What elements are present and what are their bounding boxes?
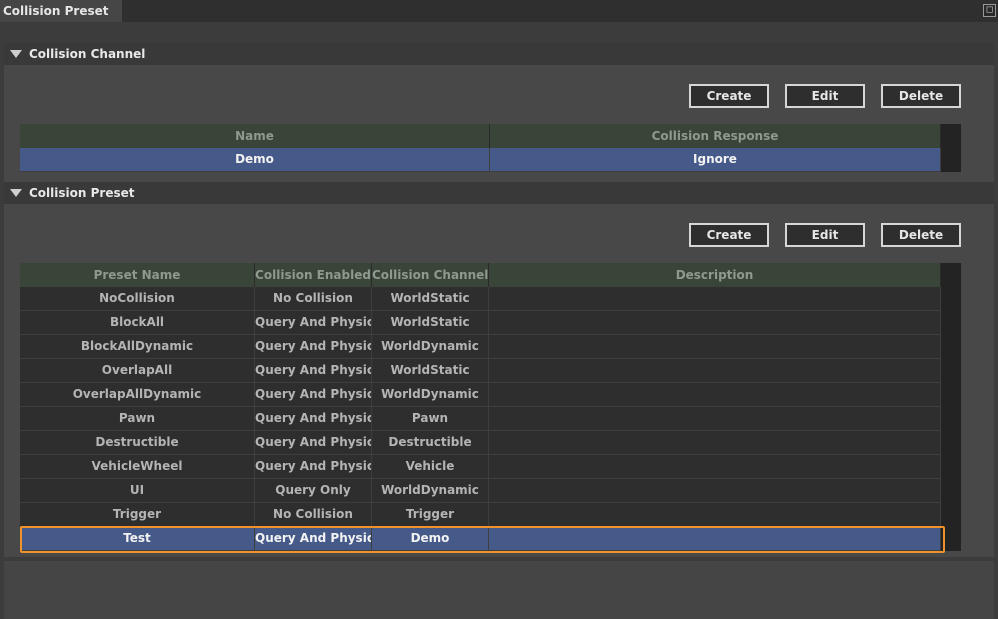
preset-name-cell: BlockAll — [20, 311, 255, 334]
footer-panel — [4, 561, 994, 619]
collision-channel-cell: Destructible — [372, 431, 489, 454]
column-header-collision-enabled[interactable]: Collision Enabled — [255, 263, 372, 287]
description-cell — [489, 311, 941, 334]
collision-channel-cell: WorldDynamic — [372, 479, 489, 502]
preset-name-cell: BlockAllDynamic — [20, 335, 255, 358]
collision-channel-cell: Demo — [372, 527, 489, 550]
pin-icon[interactable]: ◻ — [983, 4, 996, 17]
column-header-collision-response[interactable]: Collision Response — [490, 124, 941, 148]
column-header-description[interactable]: Description — [489, 263, 941, 287]
collision-channel-cell: Trigger — [372, 503, 489, 526]
description-cell — [489, 455, 941, 478]
collision-enabled-cell: No Collision — [255, 503, 372, 526]
preset-name-cell: OverlapAllDynamic — [20, 383, 255, 406]
table-row[interactable]: BlockAll Query And Physics WorldStatic — [20, 311, 941, 335]
collision-channel-cell: WorldDynamic — [372, 383, 489, 406]
description-cell — [489, 383, 941, 406]
preset-edit-button[interactable]: Edit — [785, 223, 865, 247]
channel-scrollbar[interactable] — [941, 124, 961, 172]
table-row[interactable]: BlockAllDynamic Query And Physics WorldDyn… — [20, 335, 941, 359]
collision-channel-cell: Vehicle — [372, 455, 489, 478]
spacer — [4, 22, 994, 43]
collision-enabled-cell: Query And Physics — [255, 527, 372, 550]
channel-response-cell: Ignore — [490, 148, 941, 171]
table-row[interactable]: OverlapAll Query And Physics WorldStatic — [20, 359, 941, 383]
preset-name-cell: OverlapAll — [20, 359, 255, 382]
tab-collision-preset[interactable]: Collision Preset — [0, 0, 122, 22]
column-header-preset-name[interactable]: Preset Name — [20, 263, 255, 287]
description-cell — [489, 359, 941, 382]
table-row[interactable]: OverlapAllDynamic Query And Physics WorldD… — [20, 383, 941, 407]
collision-enabled-cell: Query And Physics — [255, 359, 372, 382]
table-row[interactable]: Destructible Query And Physics Destructibl… — [20, 431, 941, 455]
preset-delete-button[interactable]: Delete — [881, 223, 961, 247]
channel-edit-button[interactable]: Edit — [785, 84, 865, 108]
tab-bar: Collision Preset ◻ — [0, 0, 998, 22]
triangle-down-icon[interactable] — [10, 50, 22, 58]
column-header-collision-channel[interactable]: Collision Channel — [372, 263, 489, 287]
preset-name-cell: VehicleWheel — [20, 455, 255, 478]
preset-name-cell: Trigger — [20, 503, 255, 526]
description-cell — [489, 503, 941, 526]
description-cell — [489, 527, 941, 550]
description-cell — [489, 335, 941, 358]
collision-enabled-cell: Query And Physics — [255, 335, 372, 358]
collision-channel-cell: WorldStatic — [372, 287, 489, 310]
channel-delete-button[interactable]: Delete — [881, 84, 961, 108]
description-cell — [489, 479, 941, 502]
description-cell — [489, 431, 941, 454]
triangle-down-icon[interactable] — [10, 189, 22, 197]
collision-enabled-cell: Query And Physics — [255, 383, 372, 406]
collision-enabled-cell: Query Only — [255, 479, 372, 502]
collision-enabled-cell: Query And Physics — [255, 311, 372, 334]
preset-name-cell: Destructible — [20, 431, 255, 454]
column-header-name[interactable]: Name — [20, 124, 490, 148]
channel-table: Name Collision Response Demo Ignore — [20, 124, 961, 172]
collision-enabled-cell: Query And Physics — [255, 407, 372, 430]
table-row[interactable]: Test Query And Physics Demo — [20, 527, 941, 551]
collision-preset-header[interactable]: Collision Preset — [4, 182, 994, 204]
preset-create-button[interactable]: Create — [689, 223, 769, 247]
table-row[interactable]: VehicleWheel Query And Physics Vehicle — [20, 455, 941, 479]
table-row[interactable]: Demo Ignore — [20, 148, 941, 172]
table-row[interactable]: Trigger No Collision Trigger — [20, 503, 941, 527]
section-title: Collision Channel — [29, 47, 146, 61]
description-cell — [489, 287, 941, 310]
preset-name-cell: NoCollision — [20, 287, 255, 310]
section-title: Collision Preset — [29, 186, 135, 200]
preset-scrollbar[interactable] — [941, 263, 961, 551]
collision-channel-cell: WorldStatic — [372, 311, 489, 334]
table-row[interactable]: NoCollision No Collision WorldStatic — [20, 287, 941, 311]
collision-enabled-cell: Query And Physics — [255, 431, 372, 454]
preset-name-cell: Pawn — [20, 407, 255, 430]
collision-channel-cell: Pawn — [372, 407, 489, 430]
collision-channel-cell: WorldDynamic — [372, 335, 489, 358]
channel-name-cell: Demo — [20, 148, 490, 171]
table-row[interactable]: UI Query Only WorldDynamic — [20, 479, 941, 503]
preset-name-cell: Test — [20, 527, 255, 550]
collision-channel-cell: WorldStatic — [372, 359, 489, 382]
preset-table: Preset Name Collision Enabled Collision … — [20, 263, 961, 551]
collision-enabled-cell: Query And Physics — [255, 455, 372, 478]
channel-create-button[interactable]: Create — [689, 84, 769, 108]
collision-channel-header[interactable]: Collision Channel — [4, 43, 994, 65]
collision-enabled-cell: No Collision — [255, 287, 372, 310]
preset-name-cell: UI — [20, 479, 255, 502]
description-cell — [489, 407, 941, 430]
table-row[interactable]: Pawn Query And Physics Pawn — [20, 407, 941, 431]
